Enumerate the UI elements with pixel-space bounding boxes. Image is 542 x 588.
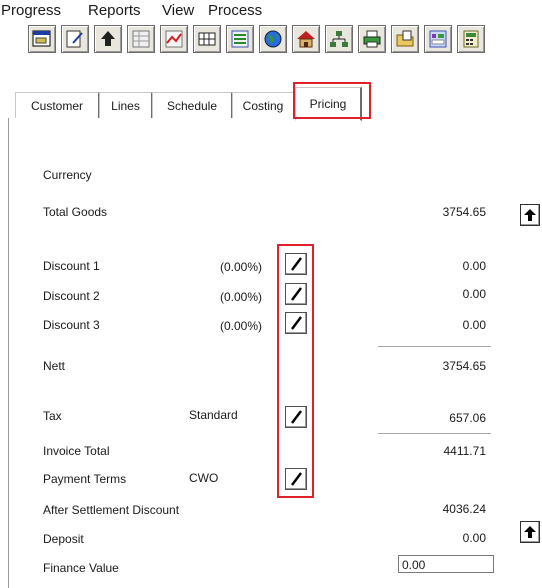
discount-3-value: 0.00 [462,318,486,332]
menu-progress[interactable]: Progress [1,2,61,19]
finance-value-label: Finance Value [43,561,119,575]
discount-2-percent: (0.00%) [219,290,262,304]
payment-terms-value: CWO [189,471,219,485]
globe-icon [264,30,282,48]
spreadsheet-icon [429,30,447,48]
nett-divider [378,346,491,347]
network-icon [330,31,348,47]
printer-button[interactable] [358,25,386,53]
discount-2-value: 0.00 [462,287,486,301]
edit-document-icon [66,30,83,48]
up-arrow-icon [524,209,536,221]
after-settlement-value: 4036.24 [442,502,486,516]
grid-list-icon [132,30,150,48]
table-button[interactable] [193,25,221,53]
calculator-icon [463,30,479,48]
pricing-tab-highlight [293,82,371,119]
up-arrow-icon [524,526,536,538]
table-icon [198,32,216,46]
total-goods-up-button[interactable] [520,204,540,226]
finance-value-input[interactable]: 0.00 [398,555,494,573]
list-columns-button[interactable] [226,25,254,53]
deposit-up-button[interactable] [520,521,540,543]
tab-schedule[interactable]: Schedule [152,92,233,119]
calculator-button[interactable] [457,25,485,53]
payment-terms-label: Payment Terms [43,472,127,486]
total-goods-label: Total Goods [43,205,108,219]
spreadsheet-button[interactable] [424,25,452,53]
tax-code: Standard [189,408,238,422]
folder-edit-icon [396,30,414,47]
folder-edit-button[interactable] [391,25,419,53]
edit-document-button[interactable] [61,25,89,53]
chart-icon [165,30,183,48]
upload-arrow-icon [101,31,115,46]
window-app-button[interactable] [28,25,56,53]
total-goods-value: 3754.65 [442,205,486,219]
deposit-label: Deposit [43,532,84,546]
nett-value: 3754.65 [442,359,486,373]
pricing-panel [8,118,535,588]
list-columns-icon [231,30,249,48]
tab-lines[interactable]: Lines [99,92,153,119]
discount-3-percent: (0.00%) [219,319,262,333]
chart-button[interactable] [160,25,188,53]
tab-customer[interactable]: Customer [15,92,100,119]
tab-costing[interactable]: Costing [232,92,295,119]
window-app-icon [32,30,51,47]
globe-button[interactable] [259,25,287,53]
menu-bar: Progress Reports View Process [0,0,542,22]
menu-reports[interactable]: Reports [88,2,141,19]
invoice-total-value: 4411.71 [443,444,487,458]
printer-icon [363,30,381,48]
house-icon [297,31,315,48]
invoice-divider [378,433,491,434]
menu-view[interactable]: View [162,2,194,19]
house-button[interactable] [292,25,320,53]
network-button[interactable] [325,25,353,53]
discount-1-percent: (0.00%) [219,260,262,274]
upload-arrow-button[interactable] [94,25,122,53]
discount-3-label: Discount 3 [43,318,100,332]
discount-1-label: Discount 1 [43,259,100,273]
invoice-total-label: Invoice Total [43,444,110,458]
currency-label: Currency [43,168,92,182]
discount-1-value: 0.00 [462,259,486,273]
edit-buttons-highlight [277,244,314,498]
discount-2-label: Discount 2 [43,289,100,303]
deposit-value: 0.00 [462,531,486,545]
tax-label: Tax [43,409,62,423]
grid-list-button[interactable] [127,25,155,53]
after-settlement-label: After Settlement Discount [43,503,180,517]
nett-label: Nett [43,359,66,373]
tax-value: 657.06 [449,411,486,425]
menu-process[interactable]: Process [208,2,262,19]
